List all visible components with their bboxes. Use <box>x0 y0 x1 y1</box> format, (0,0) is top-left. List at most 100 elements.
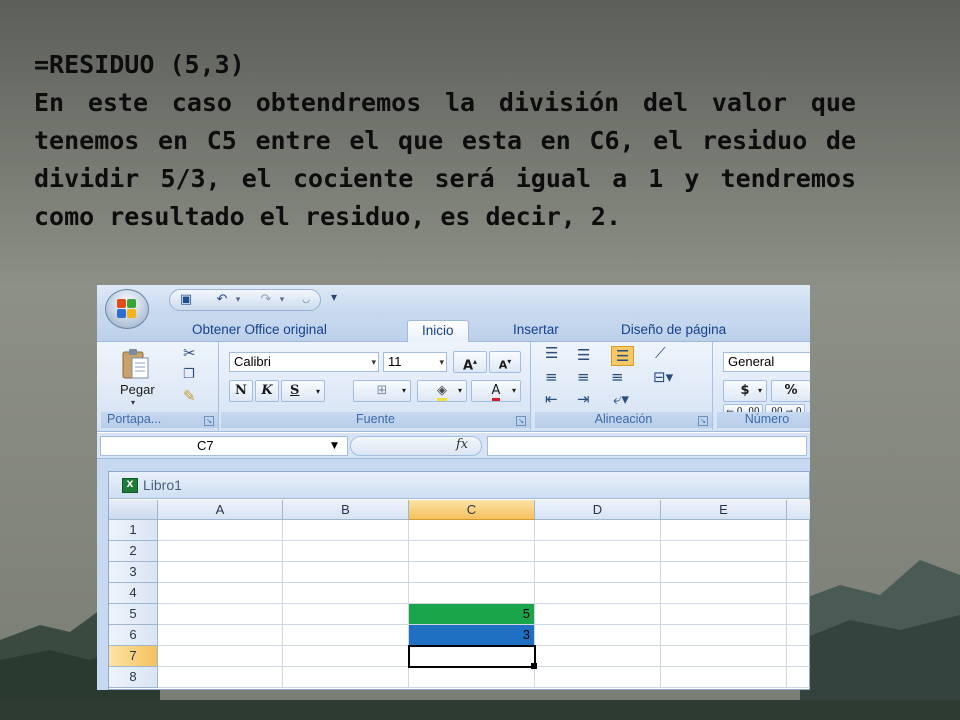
cell-e4[interactable] <box>661 583 787 604</box>
cell-d1[interactable] <box>535 520 661 541</box>
cell-b5[interactable] <box>283 604 409 625</box>
customize-qat-icon[interactable]: ▾ <box>331 290 337 304</box>
cell-d3[interactable] <box>535 562 661 583</box>
cell-a4[interactable] <box>158 583 283 604</box>
cell-c8[interactable] <box>409 667 535 688</box>
grow-font-button[interactable]: A▴ <box>453 351 487 373</box>
merge-center-icon[interactable]: ⊟▾ <box>653 368 673 386</box>
office-button[interactable] <box>105 289 149 329</box>
undo-icon[interactable]: ↶ <box>214 293 230 307</box>
tab-insertar[interactable]: Insertar <box>513 320 559 342</box>
number-format-select[interactable]: General <box>723 352 810 372</box>
cell-b7[interactable] <box>283 646 409 667</box>
insert-function-button[interactable]: fx <box>456 437 468 452</box>
cell-c2[interactable] <box>409 541 535 562</box>
fill-handle[interactable] <box>531 663 537 669</box>
cell-e5[interactable] <box>661 604 787 625</box>
cell-d8[interactable] <box>535 667 661 688</box>
bold-button[interactable]: N <box>229 380 253 402</box>
undo-dropdown-icon[interactable]: ▾ <box>234 293 242 307</box>
borders-button[interactable]: ⊞ ▾ <box>353 380 411 402</box>
percent-button[interactable]: % <box>771 380 810 402</box>
paste-dropdown-icon[interactable]: ▾ <box>131 398 135 407</box>
cell-b2[interactable] <box>283 541 409 562</box>
cell-e7[interactable] <box>661 646 787 667</box>
cell-d4[interactable] <box>535 583 661 604</box>
row-header-6[interactable]: 6 <box>109 625 158 646</box>
font-name-select[interactable]: Calibri ▾ <box>229 352 379 372</box>
row-header-7[interactable]: 7 <box>109 646 158 667</box>
cell-e2[interactable] <box>661 541 787 562</box>
cell-d5[interactable] <box>535 604 661 625</box>
tab-diseno-pagina[interactable]: Diseño de página <box>621 320 726 342</box>
cell-a2[interactable] <box>158 541 283 562</box>
increase-indent-icon[interactable]: ⇥ <box>577 390 590 408</box>
select-all-corner[interactable] <box>109 500 158 520</box>
format-painter-icon[interactable]: ✎ <box>183 387 196 405</box>
cut-icon[interactable]: ✂ <box>183 344 196 362</box>
cell-c6[interactable]: 3 <box>409 625 535 646</box>
row-header-4[interactable]: 4 <box>109 583 158 604</box>
paste-button[interactable]: Pegar ▾ <box>115 348 155 407</box>
redo-dropdown-icon[interactable]: ▾ <box>278 293 286 307</box>
cell-f1[interactable] <box>787 520 810 541</box>
cell-d2[interactable] <box>535 541 661 562</box>
font-size-select[interactable]: 11 ▾ <box>383 352 447 372</box>
row-header-3[interactable]: 3 <box>109 562 158 583</box>
align-middle-icon[interactable]: ☰ <box>577 346 590 364</box>
row-header-2[interactable]: 2 <box>109 541 158 562</box>
decrease-indent-icon[interactable]: ⇤ <box>545 390 558 408</box>
cell-a7[interactable] <box>158 646 283 667</box>
column-header-a[interactable]: A <box>158 500 283 520</box>
cell-c1[interactable] <box>409 520 535 541</box>
cell-b4[interactable] <box>283 583 409 604</box>
align-bottom-icon[interactable]: ☰ <box>611 346 635 366</box>
cell-f2[interactable] <box>787 541 810 562</box>
cell-a3[interactable] <box>158 562 283 583</box>
fill-color-button[interactable]: ◈ ▾ <box>417 380 467 402</box>
clipboard-launcher-icon[interactable]: ↘ <box>204 416 214 426</box>
cell-b6[interactable] <box>283 625 409 646</box>
alignment-launcher-icon[interactable]: ↘ <box>698 416 708 426</box>
tab-inicio[interactable]: Inicio <box>407 320 469 342</box>
formula-input[interactable] <box>487 436 807 456</box>
font-launcher-icon[interactable]: ↘ <box>516 416 526 426</box>
copy-icon[interactable]: ❐ <box>183 366 195 384</box>
align-right-icon[interactable]: ≡ <box>611 368 624 386</box>
cell-d6[interactable] <box>535 625 661 646</box>
column-header-c[interactable]: C <box>409 500 535 520</box>
cell-a8[interactable] <box>158 667 283 688</box>
cell-c5[interactable]: 5 <box>409 604 535 625</box>
qat-more-icon[interactable]: ◡ <box>298 293 314 307</box>
cell-b3[interactable] <box>283 562 409 583</box>
cell-a1[interactable] <box>158 520 283 541</box>
cell-e1[interactable] <box>661 520 787 541</box>
cell-d7[interactable] <box>535 646 661 667</box>
row-header-1[interactable]: 1 <box>109 520 158 541</box>
cell-a6[interactable] <box>158 625 283 646</box>
row-header-5[interactable]: 5 <box>109 604 158 625</box>
cell-c3[interactable] <box>409 562 535 583</box>
cell-f4[interactable] <box>787 583 810 604</box>
cell-e6[interactable] <box>661 625 787 646</box>
italic-button[interactable]: K <box>255 380 279 402</box>
cell-f8[interactable] <box>787 667 810 688</box>
shrink-font-button[interactable]: A▾ <box>489 351 521 373</box>
cell-f7[interactable] <box>787 646 810 667</box>
cell-e8[interactable] <box>661 667 787 688</box>
orientation-icon[interactable]: ⟋ <box>655 344 666 362</box>
align-left-icon[interactable]: ≡ <box>545 368 558 386</box>
name-box[interactable]: C7 <box>100 436 348 456</box>
cell-e3[interactable] <box>661 562 787 583</box>
align-center-icon[interactable]: ≡ <box>577 368 590 386</box>
cell-f6[interactable] <box>787 625 810 646</box>
cell-b8[interactable] <box>283 667 409 688</box>
cell-b1[interactable] <box>283 520 409 541</box>
currency-button[interactable]: $ ▾ <box>723 380 767 402</box>
font-color-button[interactable]: A ▾ <box>471 380 521 402</box>
save-icon[interactable]: ▣ <box>178 293 194 307</box>
column-header-d[interactable]: D <box>535 500 661 520</box>
wrap-text-icon[interactable]: ⤶▾ <box>613 390 629 408</box>
align-top-icon[interactable]: ☰ <box>545 344 558 362</box>
cell-f3[interactable] <box>787 562 810 583</box>
